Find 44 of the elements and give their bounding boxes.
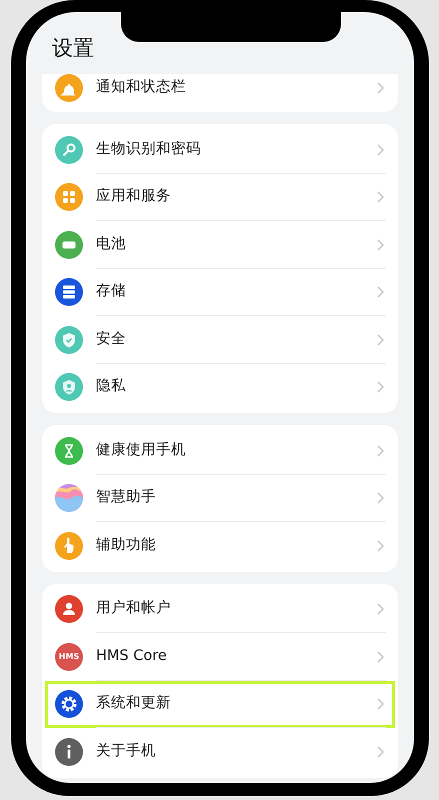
settings-item[interactable]: 辅助功能 (45, 522, 395, 570)
chevron-icon (377, 492, 384, 504)
settings-item[interactable]: 关于手机 (45, 728, 395, 776)
settings-item[interactable]: 隐私 (45, 364, 395, 411)
item-label: 隐私 (96, 377, 127, 396)
chevron-icon (377, 82, 384, 94)
chevron-icon (377, 746, 384, 758)
settings-item[interactable]: 应用和服务 (45, 174, 395, 221)
page-title: 设置 (52, 35, 94, 62)
settings-item[interactable]: 智慧助手 (45, 474, 395, 522)
item-label: 生物识别和密码 (96, 140, 202, 159)
chevron-icon (377, 191, 384, 204)
settings-item[interactable]: 系统和更新 (45, 680, 395, 728)
item-label: 辅助功能 (96, 536, 157, 555)
chevron-icon (377, 650, 384, 663)
item-label: 电池 (96, 234, 127, 254)
settings-item[interactable]: 安全 (45, 316, 395, 364)
item-label: 通知和状态栏 (96, 78, 187, 98)
settings-item[interactable]: HMS HMS Core (45, 633, 395, 680)
chevron-icon (377, 238, 384, 251)
item-label: 健康使用手机 (96, 440, 187, 460)
item-label: 系统和更新 (96, 694, 172, 714)
icon-text: HMS (58, 652, 80, 661)
chevron-icon (377, 381, 384, 394)
item-label: 应用和服务 (96, 186, 172, 206)
chevron-icon (377, 540, 384, 552)
item-label: 关于手机 (96, 742, 157, 761)
chevron-icon (377, 144, 384, 156)
settings-item[interactable]: 健康使用手机 (45, 427, 395, 474)
settings-item[interactable]: 用户和帐户 (45, 586, 395, 633)
item-label: 智慧助手 (96, 488, 157, 508)
item-label: HMS Core (96, 646, 168, 666)
chevron-icon (377, 286, 384, 298)
chevron-icon (377, 444, 384, 457)
settings-item[interactable]: 通知和状态栏 (45, 74, 395, 112)
item-label: 用户和帐户 (96, 599, 172, 618)
item-label: 安全 (96, 330, 127, 349)
settings-item[interactable]: 存储 (45, 268, 395, 316)
chevron-icon (377, 334, 384, 346)
settings-item[interactable]: 电池 (45, 221, 395, 268)
chevron-icon (377, 603, 384, 616)
chevron-icon (377, 698, 384, 710)
item-label: 存储 (96, 282, 127, 302)
settings-item[interactable]: 生物识别和密码 (45, 126, 395, 174)
